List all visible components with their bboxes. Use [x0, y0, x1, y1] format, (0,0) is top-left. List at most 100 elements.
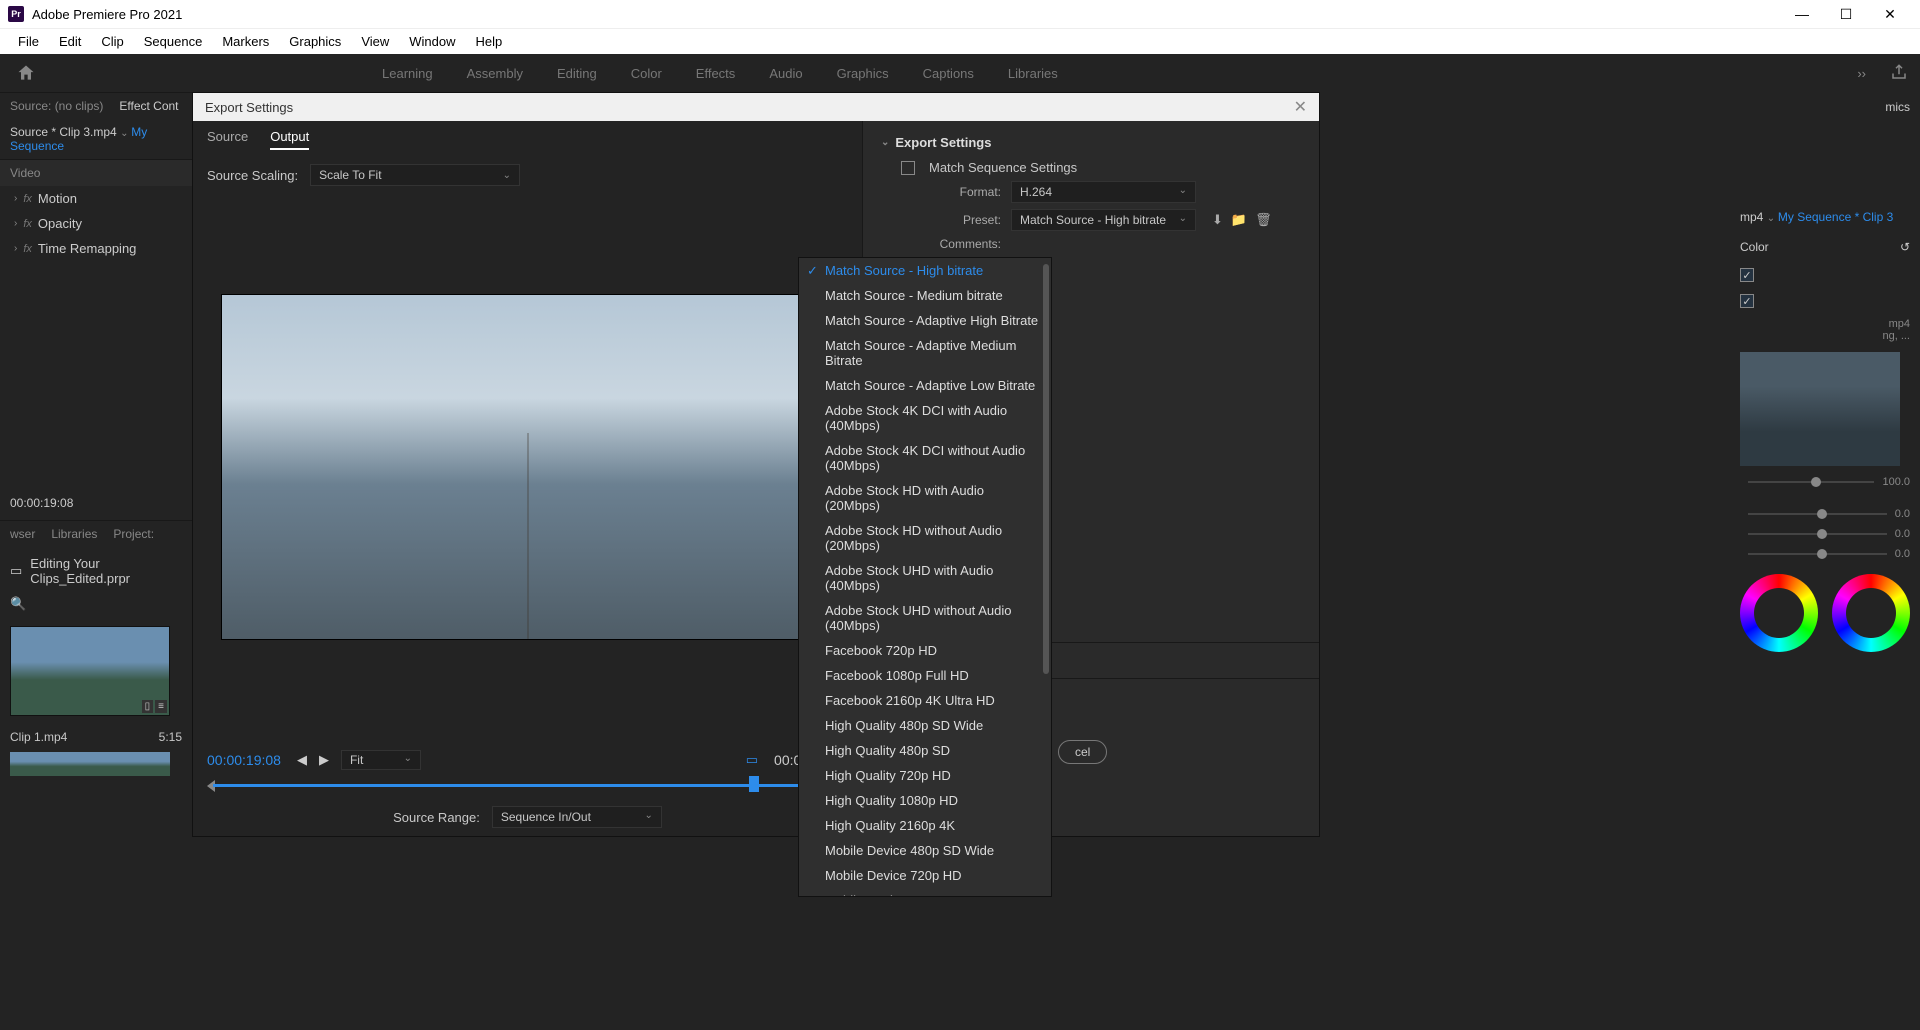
param-slider[interactable]: 0.0 — [1730, 504, 1920, 524]
reset-icon[interactable]: ↺ — [1900, 240, 1910, 254]
play-button[interactable]: ▶ — [319, 752, 329, 768]
fx-badge: fx — [23, 193, 32, 205]
preset-option[interactable]: Mobile Device 480p SD Wide — [799, 838, 1051, 863]
window-close-button[interactable]: ✕ — [1868, 0, 1912, 28]
source-tab[interactable]: Source: (no clips) — [10, 99, 103, 113]
highlights-wheel[interactable] — [1832, 574, 1910, 652]
home-icon[interactable] — [12, 59, 40, 87]
ext-label: mp4 — [1889, 318, 1910, 330]
param-slider[interactable]: 0.0 — [1730, 524, 1920, 544]
source-range-dropdown[interactable]: Sequence In/Out ⌄ — [492, 806, 662, 828]
fx-badge: fx — [23, 243, 32, 255]
preset-option[interactable]: Facebook 720p HD — [799, 638, 1051, 663]
effect-controls-tab[interactable]: Effect Cont — [119, 99, 178, 113]
workspace-learning[interactable]: Learning — [380, 60, 435, 87]
preset-option[interactable]: Match Source - Adaptive High Bitrate — [799, 308, 1051, 333]
workspace-graphics[interactable]: Graphics — [835, 60, 891, 87]
workspace-editing[interactable]: Editing — [555, 60, 599, 87]
share-icon[interactable] — [1890, 63, 1908, 84]
clip-name: Clip 1.mp4 — [10, 730, 67, 744]
menu-clip[interactable]: Clip — [91, 30, 133, 53]
step-back-button[interactable]: ◀ — [297, 752, 307, 768]
cancel-button[interactable]: cel — [1058, 740, 1107, 764]
preset-option[interactable]: High Quality 480p SD — [799, 738, 1051, 763]
preset-option[interactable]: High Quality 2160p 4K — [799, 813, 1051, 838]
preset-option[interactable]: Adobe Stock 4K DCI with Audio (40Mbps) — [799, 398, 1051, 438]
search-icon[interactable]: 🔍 — [10, 596, 26, 611]
preset-option[interactable]: Adobe Stock 4K DCI without Audio (40Mbps… — [799, 438, 1051, 478]
preset-option[interactable]: High Quality 1080p HD — [799, 788, 1051, 813]
format-dropdown[interactable]: H.264 ⌄ — [1011, 181, 1196, 203]
preset-option[interactable]: Adobe Stock UHD without Audio (40Mbps) — [799, 598, 1051, 638]
preset-option[interactable]: Adobe Stock HD with Audio (20Mbps) — [799, 478, 1051, 518]
workspace-captions[interactable]: Captions — [921, 60, 976, 87]
range-bar — [213, 784, 842, 787]
shadows-wheel[interactable] — [1740, 574, 1818, 652]
preset-option[interactable]: Mobile Device 1080p HD — [799, 888, 1051, 897]
tab-output[interactable]: Output — [270, 129, 309, 150]
intensity-slider[interactable]: 100.0 — [1730, 472, 1920, 492]
source-scaling-dropdown[interactable]: Scale To Fit ⌄ — [310, 164, 520, 186]
delete-preset-icon[interactable]: 🗑 — [1255, 212, 1272, 228]
zoom-dropdown[interactable]: Fit ⌄ — [341, 750, 421, 770]
import-preset-icon[interactable]: 📁 — [1231, 212, 1247, 228]
save-preset-icon[interactable]: ⬇ — [1212, 212, 1223, 228]
preset-option[interactable]: High Quality 720p HD — [799, 763, 1051, 788]
path-label: ng, ... — [1882, 330, 1910, 342]
match-sequence-checkbox[interactable] — [901, 161, 915, 175]
effect-opacity[interactable]: ›fxOpacity — [0, 211, 192, 236]
workspace-effects[interactable]: Effects — [694, 60, 738, 87]
tab-source[interactable]: Source — [207, 129, 248, 150]
preset-option[interactable]: Match Source - Adaptive Low Bitrate — [799, 373, 1051, 398]
menu-file[interactable]: File — [8, 30, 49, 53]
right-tab[interactable]: mics — [1730, 92, 1920, 122]
menu-help[interactable]: Help — [466, 30, 513, 53]
preset-option[interactable]: Facebook 2160p 4K Ultra HD — [799, 688, 1051, 713]
lumetri-check-1[interactable] — [1740, 268, 1754, 282]
menu-graphics[interactable]: Graphics — [279, 30, 351, 53]
aspect-ratio-icon[interactable]: ▭ — [746, 752, 758, 768]
preset-option[interactable]: Facebook 1080p Full HD — [799, 663, 1051, 688]
effect-motion[interactable]: ›fxMotion — [0, 186, 192, 211]
param-slider[interactable]: 0.0 — [1730, 544, 1920, 564]
chevron-down-icon[interactable]: ⌄ — [120, 128, 131, 139]
preset-option[interactable]: Match Source - Adaptive Medium Bitrate — [799, 333, 1051, 373]
lumetri-check-2[interactable] — [1740, 294, 1754, 308]
menu-window[interactable]: Window — [399, 30, 465, 53]
clip-thumbnail-2[interactable] — [10, 752, 170, 776]
project-tab[interactable]: Project: — [113, 527, 154, 541]
range-slider[interactable] — [207, 778, 848, 792]
preset-option[interactable]: Adobe Stock UHD with Audio (40Mbps) — [799, 558, 1051, 598]
libraries-tab[interactable]: Libraries — [51, 527, 97, 541]
workspace-libraries[interactable]: Libraries — [1006, 60, 1060, 87]
comments-label: Comments: — [881, 237, 1001, 251]
window-maximize-button[interactable]: ☐ — [1824, 0, 1868, 28]
workspace-assembly[interactable]: Assembly — [465, 60, 525, 87]
menu-markers[interactable]: Markers — [212, 30, 279, 53]
menu-view[interactable]: View — [351, 30, 399, 53]
preset-option[interactable]: Match Source - High bitrate — [799, 258, 1051, 283]
in-timecode[interactable]: 00:00:19:08 — [207, 752, 281, 768]
preset-option[interactable]: Mobile Device 720p HD — [799, 863, 1051, 888]
preset-option[interactable]: Adobe Stock HD without Audio (20Mbps) — [799, 518, 1051, 558]
sequence-clip-link[interactable]: My Sequence * Clip 3 — [1778, 210, 1893, 224]
window-minimize-button[interactable]: — — [1780, 0, 1824, 28]
audio-track-icon: ≡ — [155, 700, 167, 713]
param-value: 0.0 — [1895, 528, 1910, 540]
workspace-color[interactable]: Color — [629, 60, 664, 87]
dialog-close-button[interactable]: ✕ — [1294, 97, 1307, 117]
browser-tab[interactable]: wser — [10, 527, 35, 541]
preset-dropdown-list[interactable]: Match Source - High bitrateMatch Source … — [798, 257, 1052, 897]
preset-option[interactable]: High Quality 480p SD Wide — [799, 713, 1051, 738]
zoom-value: Fit — [350, 753, 363, 767]
menu-edit[interactable]: Edit — [49, 30, 91, 53]
playhead-handle[interactable] — [749, 776, 759, 792]
preset-option[interactable]: Match Source - Medium bitrate — [799, 283, 1051, 308]
workspace-audio[interactable]: Audio — [767, 60, 804, 87]
menu-sequence[interactable]: Sequence — [134, 30, 213, 53]
export-settings-header[interactable]: ⌄ Export Settings — [881, 135, 1301, 150]
clip-thumbnail[interactable]: ▯ ≡ — [10, 626, 170, 716]
effect-time-remapping[interactable]: ›fxTime Remapping — [0, 236, 192, 261]
workspace-overflow-button[interactable]: ›› — [1845, 66, 1878, 81]
preset-dropdown[interactable]: Match Source - High bitrate ⌄ — [1011, 209, 1196, 231]
